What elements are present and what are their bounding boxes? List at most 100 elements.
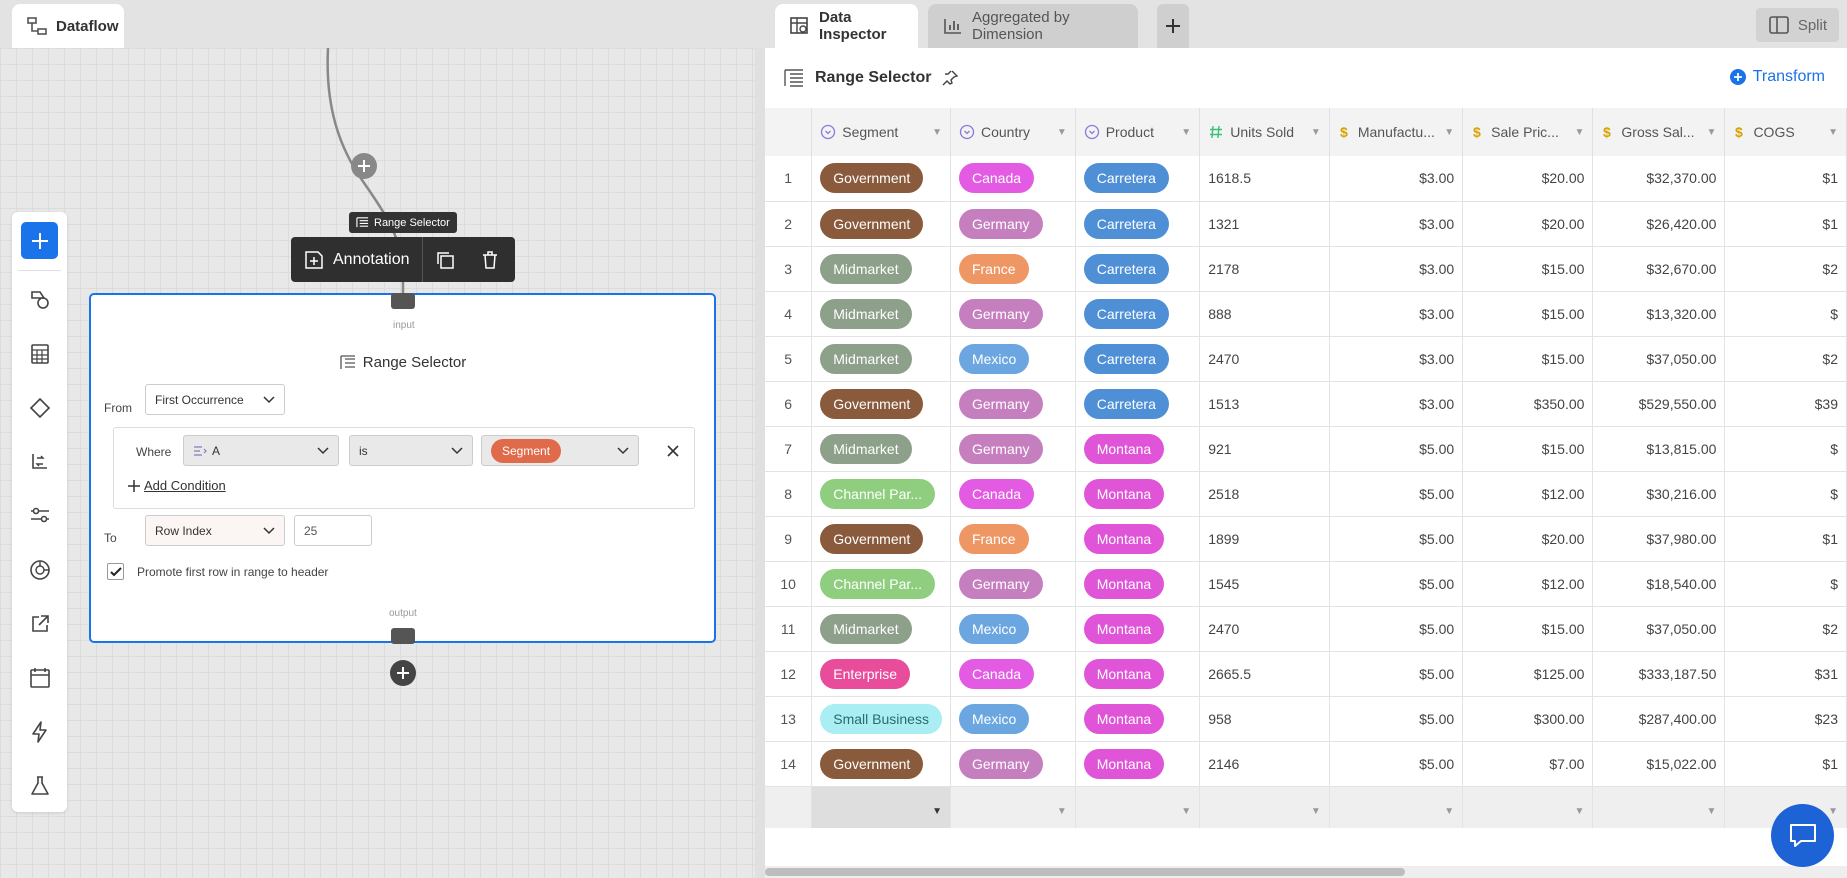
chat-support-button[interactable] [1771,804,1834,867]
sale-price-cell[interactable]: $300.00 [1462,696,1594,742]
gross-sales-cell[interactable]: $13,320.00 [1592,291,1726,337]
column-menu-caret-icon[interactable]: ▼ [1444,127,1454,138]
sale-price-cell[interactable]: $12.00 [1462,561,1594,607]
cogs-cell[interactable]: $ [1724,471,1847,517]
country-cell[interactable]: Canada [950,471,1076,517]
column-header[interactable]: Product ▼ [1075,108,1201,156]
column-menu-caret-icon[interactable]: ▼ [1181,127,1191,138]
manufacturing-price-cell[interactable]: $3.00 [1329,336,1464,382]
column-header[interactable]: $ COGS ▼ [1724,108,1847,156]
gross-sales-cell[interactable]: $30,216.00 [1592,471,1726,517]
country-cell[interactable]: Mexico [950,606,1076,652]
input-port[interactable] [391,293,415,309]
summary-cell[interactable]: ▼ [811,786,951,828]
manufacturing-price-cell[interactable]: $5.00 [1329,426,1464,472]
summary-dropdown-icon[interactable]: ▼ [1828,806,1838,817]
country-cell[interactable]: Canada [950,156,1076,202]
cogs-cell[interactable]: $2 [1724,336,1847,382]
add-tab-button[interactable] [1157,4,1189,48]
sale-price-cell[interactable]: $7.00 [1462,741,1594,787]
gross-sales-cell[interactable]: $32,670.00 [1592,246,1726,292]
scrollbar-thumb[interactable] [765,868,1405,876]
segment-cell[interactable]: Midmarket [811,291,951,337]
filter-tool[interactable] [26,502,54,530]
product-cell[interactable]: Carretera [1075,336,1201,382]
units-sold-cell[interactable]: 1513 [1199,381,1330,427]
cogs-cell[interactable]: $39 [1724,381,1847,427]
summary-cell[interactable]: ▼ [1075,786,1201,828]
column-menu-caret-icon[interactable]: ▼ [1311,127,1321,138]
cogs-cell[interactable]: $23 [1724,696,1847,742]
units-sold-cell[interactable]: 958 [1199,696,1330,742]
manufacturing-price-cell[interactable]: $5.00 [1329,606,1464,652]
pivot-tool[interactable] [26,448,54,476]
table-row[interactable]: 8 Channel Par... Canada Montana 2518 $5.00 $12… [765,471,1847,517]
summary-dropdown-icon[interactable]: ▼ [1311,806,1321,817]
table-row[interactable]: 2 Government Germany Carretera 1321 $3.00 $20.… [765,201,1847,247]
lab-tool[interactable] [26,772,54,800]
product-cell[interactable]: Carretera [1075,156,1201,202]
gross-sales-cell[interactable]: $26,420.00 [1592,201,1726,247]
segment-cell[interactable]: Channel Par... [811,471,951,517]
chart-tool[interactable] [26,556,54,584]
units-sold-cell[interactable]: 921 [1199,426,1330,472]
table-row[interactable]: 7 Midmarket Germany Montana 921 $5.00 $15.00 $1… [765,426,1847,472]
sale-price-cell[interactable]: $350.00 [1462,381,1594,427]
column-menu-caret-icon[interactable]: ▼ [1057,127,1067,138]
table-row[interactable]: 4 Midmarket Germany Carretera 888 $3.00 $15.00… [765,291,1847,337]
remove-condition-button[interactable] [667,444,679,462]
sale-price-cell[interactable]: $15.00 [1462,246,1594,292]
country-cell[interactable]: Germany [950,291,1076,337]
product-cell[interactable]: Montana [1075,741,1201,787]
manufacturing-price-cell[interactable]: $3.00 [1329,381,1464,427]
country-cell[interactable]: France [950,246,1076,292]
units-sold-cell[interactable]: 1618.5 [1199,156,1330,202]
to-select[interactable]: Row Index [145,515,285,546]
duplicate-button[interactable] [423,237,468,282]
units-sold-cell[interactable]: 2470 [1199,336,1330,382]
segment-cell[interactable]: Enterprise [811,651,951,697]
tab-aggregated-by-dimension[interactable]: Aggregated by Dimension [928,4,1138,48]
column-menu-caret-icon[interactable]: ▼ [1707,127,1717,138]
diamond-tool[interactable] [26,394,54,422]
gross-sales-cell[interactable]: $32,370.00 [1592,156,1726,202]
product-cell[interactable]: Carretera [1075,201,1201,247]
product-cell[interactable]: Montana [1075,696,1201,742]
sale-price-cell[interactable]: $12.00 [1462,471,1594,517]
cogs-cell[interactable]: $1 [1724,201,1847,247]
summary-cell[interactable]: ▼ [1592,786,1726,828]
sale-price-cell[interactable]: $20.00 [1462,201,1594,247]
manufacturing-price-cell[interactable]: $3.00 [1329,156,1464,202]
gross-sales-cell[interactable]: $529,550.00 [1592,381,1726,427]
units-sold-cell[interactable]: 888 [1199,291,1330,337]
summary-dropdown-icon[interactable]: ▼ [1707,806,1717,817]
range-selector-node[interactable]: input Range Selector From First Occurren… [89,293,716,644]
gross-sales-cell[interactable]: $18,540.00 [1592,561,1726,607]
column-header[interactable]: $ Gross Sal... ▼ [1592,108,1726,156]
cogs-cell[interactable]: $2 [1724,246,1847,292]
table-row[interactable]: 3 Midmarket France Carretera 2178 $3.00 $15.00… [765,246,1847,292]
product-cell[interactable]: Montana [1075,426,1201,472]
split-button[interactable]: Split [1755,8,1839,42]
where-value-select[interactable]: Segment [481,435,639,466]
gross-sales-cell[interactable]: $333,187.50 [1592,651,1726,697]
table-row[interactable]: 6 Government Germany Carretera 1513 $3.00 $350… [765,381,1847,427]
calendar-tool[interactable] [26,664,54,692]
add-next-node-button[interactable] [390,660,416,686]
sale-price-cell[interactable]: $15.00 [1462,426,1594,472]
units-sold-cell[interactable]: 1899 [1199,516,1330,562]
summary-cell[interactable]: ▼ [1462,786,1594,828]
column-header[interactable]: Segment ▼ [811,108,951,156]
product-cell[interactable]: Montana [1075,606,1201,652]
segment-cell[interactable]: Small Business [811,696,951,742]
summary-cell[interactable]: ▼ [1199,786,1330,828]
cogs-cell[interactable]: $1 [1724,516,1847,562]
segment-cell[interactable]: Midmarket [811,336,951,382]
manufacturing-price-cell[interactable]: $5.00 [1329,516,1464,562]
segment-cell[interactable]: Government [811,381,951,427]
pin-icon[interactable] [941,69,959,87]
manufacturing-price-cell[interactable]: $3.00 [1329,201,1464,247]
data-grid[interactable]: Segment ▼ Country ▼ Product ▼ Units Sold ▼ $ Manu… [765,108,1847,828]
table-row[interactable]: 1 Government Canada Carretera 1618.5 $3.00 $20… [765,156,1847,202]
product-cell[interactable]: Montana [1075,561,1201,607]
